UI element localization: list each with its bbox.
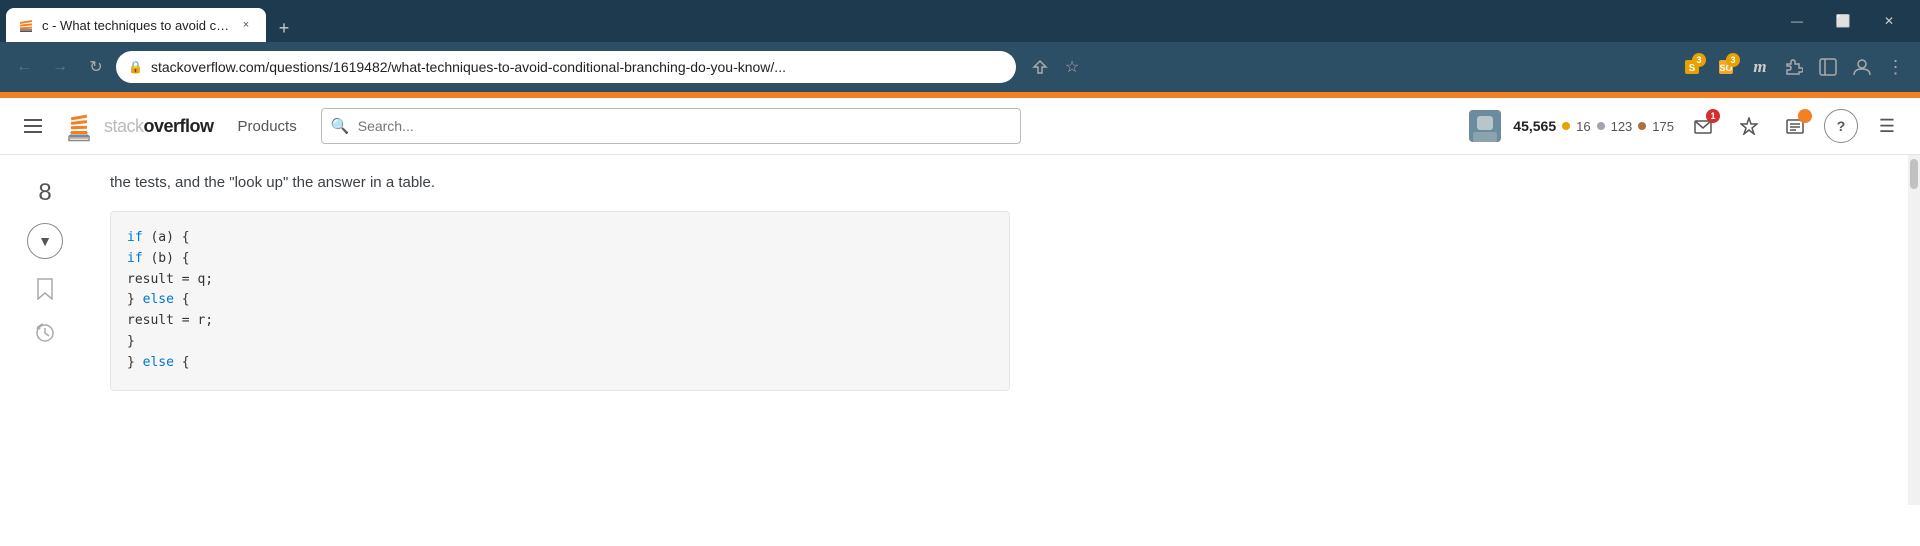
content-area: the tests, and the "look up" the answer …	[90, 155, 1908, 505]
profile-icon	[1853, 58, 1871, 76]
user-reputation[interactable]: 45,565 16 123 175	[1513, 118, 1674, 134]
user-area: 45,565 16 123 175 1	[1469, 109, 1904, 143]
inbox-badge: 1	[1706, 109, 1720, 123]
browser-chrome: c - What techniques to avoid co... × + —…	[0, 0, 1920, 92]
tab-bar: c - What techniques to avoid co... × + —…	[0, 0, 1920, 42]
code-line-1: if (a) {	[127, 228, 993, 249]
tab-close-button[interactable]: ×	[238, 17, 254, 33]
bronze-dot	[1638, 122, 1646, 130]
review-button[interactable]	[1778, 109, 1812, 143]
lock-icon: 🔒	[128, 60, 143, 74]
reputation-value: 45,565	[1513, 118, 1556, 134]
tab-favicon	[18, 17, 34, 33]
vote-down-button[interactable]: ▼	[27, 223, 63, 259]
extension2-badge: 3	[1726, 53, 1740, 67]
products-link[interactable]: Products	[230, 114, 305, 139]
extension1-badge: 3	[1692, 53, 1706, 67]
so-logo-text: stackoverflow	[104, 116, 214, 137]
address-url: stackoverflow.com/questions/1619482/what…	[151, 59, 786, 75]
sidebar-icon	[1819, 58, 1837, 76]
hamburger-menu-button[interactable]	[16, 111, 50, 141]
profile-button[interactable]	[1846, 51, 1878, 83]
achievements-button[interactable]	[1732, 109, 1766, 143]
gold-count: 16	[1576, 119, 1590, 134]
sidebar-toggle-button[interactable]	[1812, 51, 1844, 83]
help-button[interactable]: ?	[1824, 109, 1858, 143]
silver-dot	[1597, 122, 1605, 130]
close-window-button[interactable]: ✕	[1866, 5, 1912, 37]
address-bar: ← → ↻ 🔒 stackoverflow.com/questions/1619…	[0, 42, 1920, 92]
history-button[interactable]	[31, 319, 59, 347]
code-line-5: result = r;	[127, 311, 993, 332]
window-controls: — ⬜ ✕	[1766, 0, 1920, 42]
so-header: stackoverflow Products 🔍 45,565 16 123 1…	[0, 95, 1920, 155]
silver-count: 123	[1611, 119, 1633, 134]
code-line-2: if (b) {	[127, 249, 993, 270]
so-logo-icon	[66, 108, 96, 144]
code-line-3: result = q;	[127, 270, 993, 291]
back-button[interactable]: ←	[8, 51, 40, 83]
left-sidebar: 8 ▼	[0, 155, 90, 505]
reload-button[interactable]: ↻	[80, 51, 112, 83]
code-line-4: } else {	[127, 290, 993, 311]
gold-dot	[1562, 122, 1570, 130]
maximize-button[interactable]: ⬜	[1820, 5, 1866, 37]
extension1-button[interactable]: S 3	[1676, 51, 1708, 83]
bookmark-button[interactable]	[31, 275, 59, 303]
search-icon: 🔍	[331, 117, 350, 135]
new-tab-button[interactable]: +	[270, 14, 298, 42]
scrollbar-thumb[interactable]	[1910, 159, 1918, 189]
review-badge	[1798, 109, 1812, 123]
forward-button[interactable]: →	[44, 51, 76, 83]
search-wrapper: 🔍	[321, 108, 1021, 144]
code-line-7: } else {	[127, 353, 993, 374]
site-switcher-button[interactable]: ☰	[1870, 109, 1904, 143]
address-actions: ☆	[1026, 53, 1086, 81]
history-icon	[35, 323, 55, 343]
toolbar-icons: S 3 SO 3 m	[1676, 51, 1912, 83]
code-line-6: }	[127, 332, 993, 353]
achievements-icon	[1740, 117, 1758, 135]
bookmark-star-button[interactable]: ☆	[1058, 53, 1086, 81]
vote-count: 8	[38, 171, 51, 207]
scrollbar[interactable]	[1908, 155, 1920, 505]
so-logo[interactable]: stackoverflow	[66, 108, 214, 144]
share-icon	[1032, 59, 1048, 75]
bookmark-icon	[36, 278, 54, 300]
search-input[interactable]	[321, 108, 1021, 144]
extensions-button[interactable]	[1778, 51, 1810, 83]
monospace-button[interactable]: m	[1744, 51, 1776, 83]
extension2-button[interactable]: SO 3	[1710, 51, 1742, 83]
answer-text: the tests, and the "look up" the answer …	[110, 171, 1888, 195]
address-input-wrapper[interactable]: 🔒 stackoverflow.com/questions/1619482/wh…	[116, 51, 1016, 83]
browser-menu-button[interactable]: ⋮	[1880, 51, 1912, 83]
main-content: 8 ▼ the tests, and the "look up" the ans…	[0, 155, 1920, 505]
avatar[interactable]	[1469, 110, 1501, 142]
share-button[interactable]	[1026, 53, 1054, 81]
tab-title: c - What techniques to avoid co...	[42, 18, 230, 33]
puzzle-icon	[1785, 58, 1803, 76]
minimize-button[interactable]: —	[1774, 5, 1820, 37]
inbox-button[interactable]: 1	[1686, 109, 1720, 143]
bronze-count: 175	[1652, 119, 1674, 134]
active-tab[interactable]: c - What techniques to avoid co... ×	[6, 8, 266, 42]
code-block: if (a) { if (b) { result = q; } else { r…	[110, 211, 1010, 391]
